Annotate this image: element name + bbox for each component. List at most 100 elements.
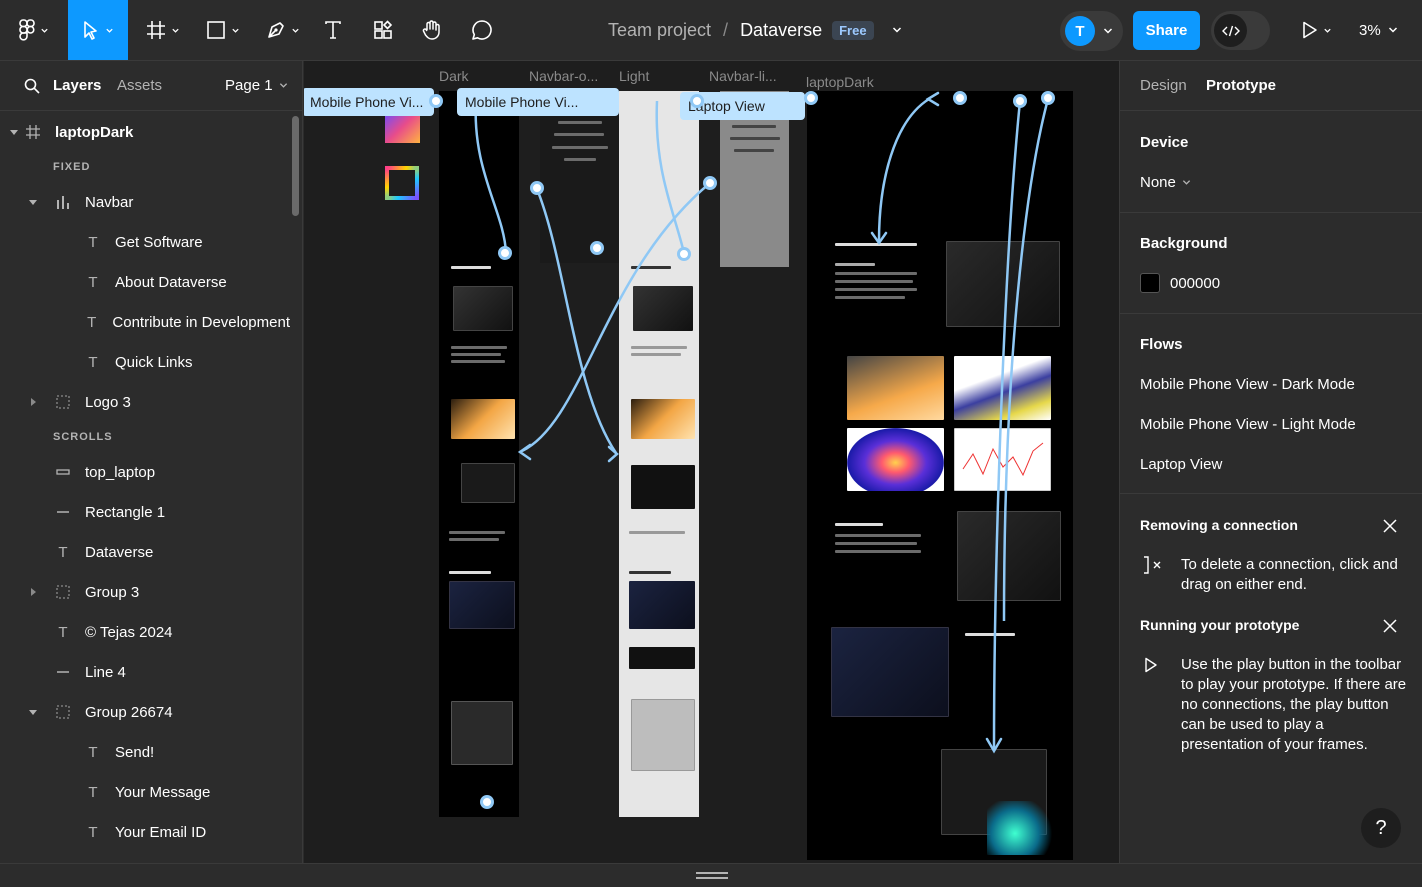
flow-item[interactable]: Laptop View: [1140, 456, 1222, 473]
layer-your-email[interactable]: T Your Email ID: [0, 812, 290, 852]
layers-scrollbar[interactable]: [292, 116, 299, 216]
avatar[interactable]: T: [1065, 16, 1095, 46]
layer-name: Navbar: [85, 193, 134, 211]
figma-logo-icon: [19, 19, 35, 41]
comment-tool-button[interactable]: [463, 0, 501, 60]
resources-tool-button[interactable]: [364, 0, 402, 60]
text-icon: T: [87, 313, 97, 331]
collapse-arrow-icon[interactable]: [28, 587, 38, 597]
chevron-down-icon: [232, 28, 239, 33]
layer-name: Rectangle 1: [85, 503, 166, 521]
move-tool-button[interactable]: [68, 0, 128, 60]
chevron-down-icon: [1103, 28, 1113, 34]
layer-group-3[interactable]: Group 3: [0, 572, 290, 612]
device-title: Device: [1140, 134, 1189, 151]
shape-tool-button[interactable]: [198, 0, 248, 60]
flow-item[interactable]: Mobile Phone View - Dark Mode: [1140, 376, 1355, 393]
tip-text: To delete a connection, click and drag o…: [1181, 556, 1398, 593]
zoom-control[interactable]: 3%: [1359, 0, 1398, 60]
plan-badge[interactable]: Free: [832, 20, 874, 40]
tab-assets[interactable]: Assets: [117, 77, 162, 94]
layer-quick-links[interactable]: T Quick Links: [0, 342, 290, 382]
help-button[interactable]: ?: [1361, 808, 1401, 848]
layer-name: Get Software: [115, 233, 203, 251]
chevron-down-icon: [279, 83, 287, 88]
share-button[interactable]: Share: [1133, 11, 1200, 50]
layer-copyright[interactable]: T © Tejas 2024: [0, 612, 290, 652]
frame-tool-button[interactable]: [138, 0, 188, 60]
connection-node[interactable]: [677, 247, 691, 261]
tab-design[interactable]: Design: [1140, 77, 1187, 94]
flow-item[interactable]: Mobile Phone View - Light Mode: [1140, 416, 1356, 433]
breadcrumb-separator: /: [723, 19, 729, 40]
connection-node[interactable]: [590, 241, 604, 255]
expand-arrow-icon[interactable]: [28, 707, 38, 717]
design-canvas[interactable]: Dark Navbar-o... Light Navbar-li... lapt…: [304, 61, 1119, 863]
expand-arrow-icon[interactable]: [9, 127, 19, 137]
connection-node[interactable]: [530, 181, 544, 195]
connection-node[interactable]: [804, 91, 818, 105]
layer-line-4[interactable]: Line 4: [0, 652, 290, 692]
layer-top-laptop[interactable]: top_laptop: [0, 452, 290, 492]
group-icon: [55, 704, 71, 720]
layer-contribute[interactable]: T Contribute in Development: [0, 302, 290, 342]
close-icon[interactable]: [1382, 618, 1398, 634]
connection-node[interactable]: [953, 91, 967, 105]
code-brackets-icon: [1221, 25, 1240, 36]
flow-tag-mobile-dark[interactable]: Mobile Phone Vi...: [304, 88, 434, 116]
connection-node[interactable]: [498, 246, 512, 260]
tip-title: Removing a connection: [1140, 517, 1298, 533]
rectangle-icon: [207, 21, 225, 39]
layer-logo-3[interactable]: Logo 3: [0, 382, 290, 422]
collapse-arrow-icon[interactable]: [28, 397, 38, 407]
layer-send[interactable]: T Send!: [0, 732, 290, 772]
connection-node[interactable]: [429, 94, 443, 108]
connection-node[interactable]: [690, 94, 704, 108]
connection-node[interactable]: [703, 176, 717, 190]
main-menu-button[interactable]: [8, 0, 60, 60]
project-name[interactable]: Team project: [608, 20, 711, 41]
bottom-bar: [0, 863, 1422, 887]
tab-layers[interactable]: Layers: [53, 77, 101, 94]
layer-group-26674[interactable]: Group 26674: [0, 692, 290, 732]
expand-arrow-icon[interactable]: [28, 197, 38, 207]
layer-navbar[interactable]: Navbar: [0, 182, 290, 222]
chevron-down-icon: [106, 28, 113, 33]
flow-tag-label: Mobile Phone Vi...: [310, 94, 424, 110]
resize-grip-icon[interactable]: [696, 872, 728, 874]
layer-rectangle-1[interactable]: Rectangle 1: [0, 492, 290, 532]
close-icon[interactable]: [1382, 518, 1398, 534]
connection-node[interactable]: [1041, 91, 1055, 105]
text-tool-button[interactable]: [314, 0, 352, 60]
group-icon: [55, 584, 71, 600]
file-name[interactable]: Dataverse: [740, 20, 822, 41]
background-color-swatch[interactable]: [1140, 273, 1160, 293]
play-icon: [1145, 657, 1157, 673]
layer-name: Group 3: [85, 583, 140, 601]
device-select[interactable]: None: [1140, 174, 1191, 191]
layer-name: Group 26674: [85, 703, 173, 721]
page-selector[interactable]: Page 1: [225, 77, 288, 94]
chevron-down-icon[interactable]: [892, 25, 902, 35]
layer-about-dataverse[interactable]: T About Dataverse: [0, 262, 290, 302]
layer-root-frame[interactable]: laptopDark: [0, 112, 290, 152]
connection-node[interactable]: [1013, 94, 1027, 108]
chevron-down-icon: [172, 28, 179, 33]
chevron-down-icon: [1182, 180, 1190, 185]
device-section: Device None: [1120, 112, 1422, 213]
present-button[interactable]: [1292, 0, 1342, 60]
layer-get-software[interactable]: T Get Software: [0, 222, 290, 262]
connection-node[interactable]: [480, 795, 494, 809]
tip-text: Use the play button in the toolbar to pl…: [1181, 656, 1407, 753]
hand-tool-button[interactable]: [413, 0, 451, 60]
text-icon: T: [88, 743, 98, 761]
pen-tool-button[interactable]: [258, 0, 308, 60]
search-icon[interactable]: [24, 78, 40, 94]
layer-your-message[interactable]: T Your Message: [0, 772, 290, 812]
layer-dataverse[interactable]: T Dataverse: [0, 532, 290, 572]
dev-mode-toggle[interactable]: [1211, 11, 1270, 50]
flow-tag-mobile-light[interactable]: Mobile Phone Vi...: [457, 88, 619, 116]
background-hex-input[interactable]: 000000: [1170, 275, 1220, 292]
tab-prototype[interactable]: Prototype: [1206, 77, 1276, 94]
layer-name: Quick Links: [115, 353, 193, 371]
